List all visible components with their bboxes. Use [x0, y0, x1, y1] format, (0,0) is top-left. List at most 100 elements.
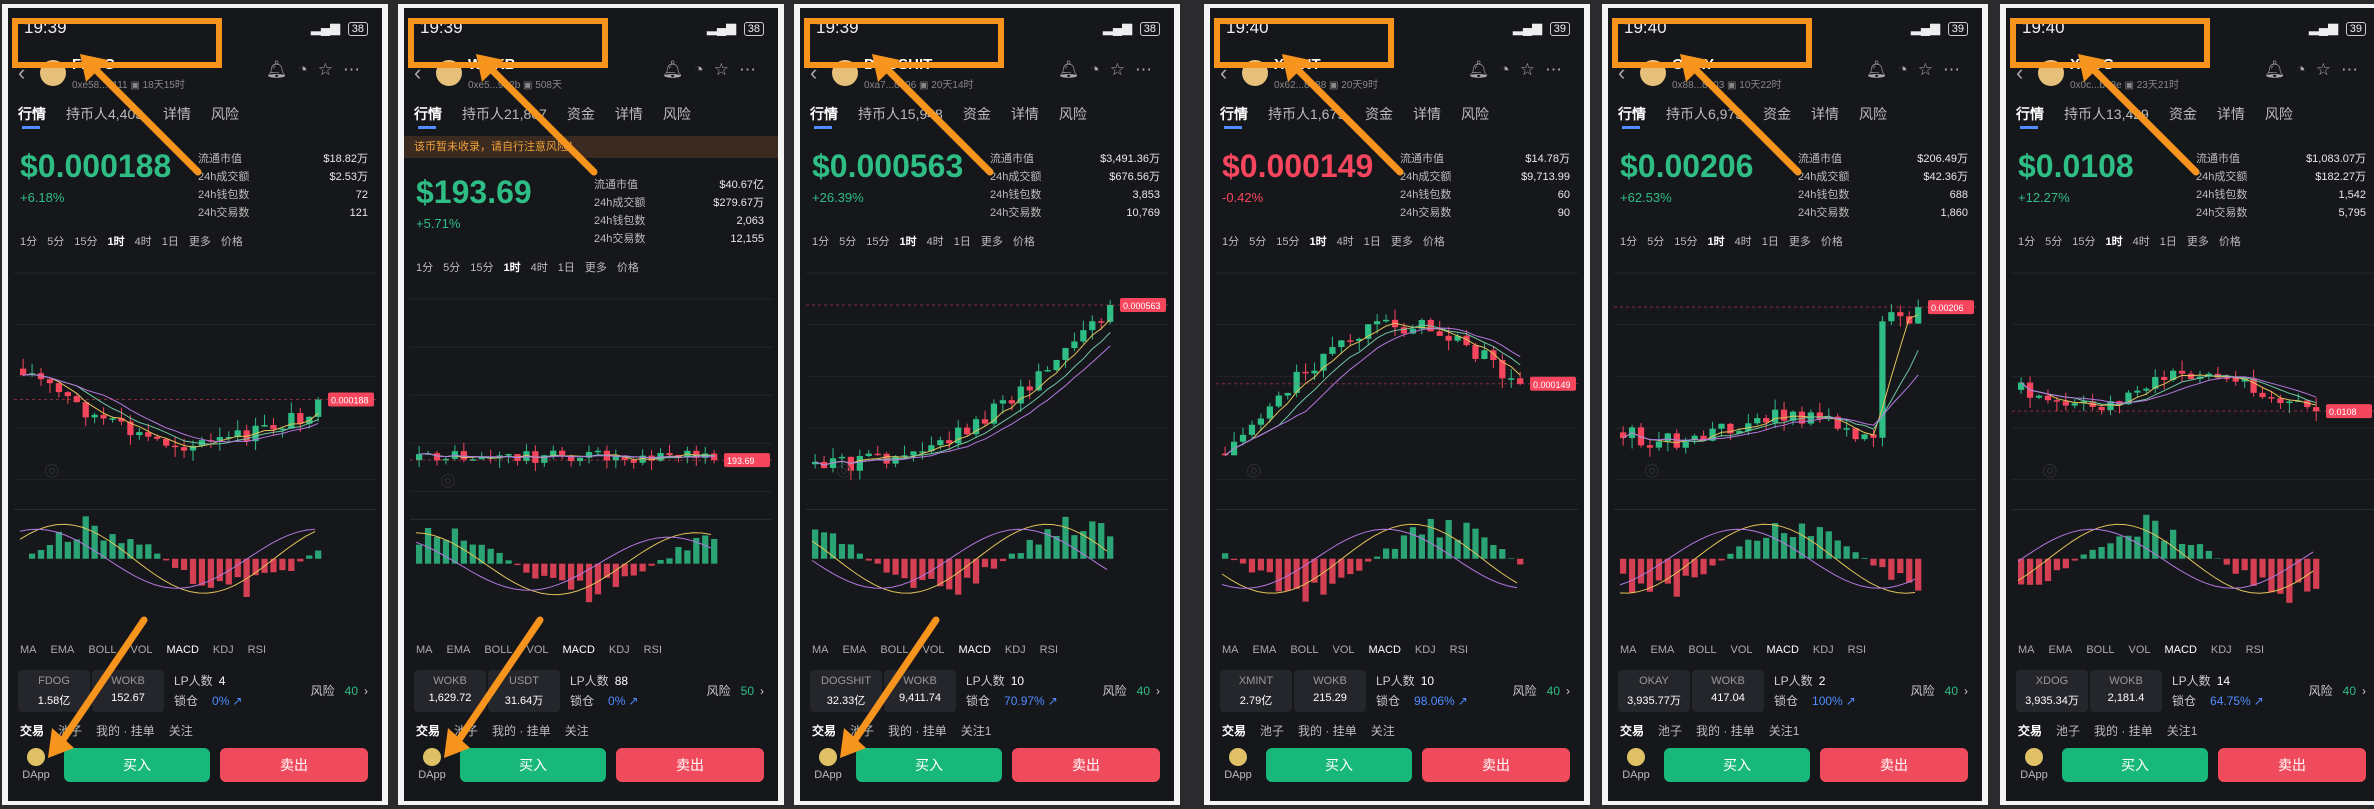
token-address[interactable]: 0xe5...9b2b ▣ 508天: [468, 76, 562, 91]
indicator-1[interactable]: EMA: [447, 644, 471, 656]
tab-2[interactable]: 资金: [963, 106, 991, 122]
timeframe-0[interactable]: 1分: [416, 262, 433, 274]
timeframe-5[interactable]: 1日: [954, 236, 971, 248]
timeframe-0[interactable]: 1分: [1620, 236, 1637, 248]
token-address[interactable]: 0xe58...1111 ▣ 18天15时: [72, 76, 185, 91]
bottom-tab-3[interactable]: 关注1: [1769, 724, 1800, 738]
gauge-icon[interactable]: ◔: [1499, 60, 1519, 79]
timeframe-1[interactable]: 5分: [1647, 236, 1664, 248]
timeframe-0[interactable]: 1分: [812, 236, 829, 248]
tab-4[interactable]: 风险: [663, 106, 691, 122]
dapp-button[interactable]: DApp: [1220, 748, 1256, 781]
timeframe-4[interactable]: 4时: [135, 236, 152, 248]
pair-quote-box[interactable]: WOKB 417.04: [1692, 670, 1764, 712]
indicator-3[interactable]: VOL: [922, 644, 944, 656]
timeframe-6[interactable]: 更多: [189, 236, 211, 248]
external-link-icon[interactable]: ↗: [2254, 694, 2264, 708]
bottom-tab-1[interactable]: 池子: [58, 724, 82, 738]
bottom-tab-0[interactable]: 交易: [416, 724, 440, 738]
tab-3[interactable]: 风险: [211, 106, 239, 122]
copy-icon[interactable]: ▣: [128, 80, 143, 91]
timeframe-1[interactable]: 5分: [839, 236, 856, 248]
sell-button[interactable]: 卖出: [616, 748, 764, 782]
tab-2[interactable]: 资金: [1365, 106, 1393, 122]
pair-quote-box[interactable]: WOKB 9,411.74: [884, 670, 956, 712]
indicator-0[interactable]: MA: [1620, 644, 1637, 656]
timeframe-0[interactable]: 1分: [20, 236, 37, 248]
timeframe-3[interactable]: 1时: [2106, 236, 2123, 248]
buy-button[interactable]: 买入: [460, 748, 606, 782]
sell-button[interactable]: 卖出: [1012, 748, 1160, 782]
indicator-4[interactable]: MACD: [1369, 644, 1401, 656]
indicator-1[interactable]: EMA: [51, 644, 75, 656]
tab-3[interactable]: 详情: [1811, 106, 1839, 122]
star-icon[interactable]: ☆: [1918, 60, 1943, 79]
sell-button[interactable]: 卖出: [1820, 748, 1968, 782]
timeframe-4[interactable]: 4时: [2133, 236, 2150, 248]
timeframe-2[interactable]: 15分: [1276, 236, 1299, 248]
indicator-0[interactable]: MA: [1222, 644, 1239, 656]
timeframe-1[interactable]: 5分: [2045, 236, 2062, 248]
star-icon[interactable]: ☆: [1110, 60, 1135, 79]
star-icon[interactable]: ☆: [318, 60, 343, 79]
dapp-button[interactable]: DApp: [18, 748, 54, 781]
pair-base-box[interactable]: WOKB 1,629.72: [414, 670, 486, 712]
tab-2[interactable]: 资金: [567, 106, 595, 122]
indicator-2[interactable]: BOLL: [1688, 644, 1716, 656]
lock-value[interactable]: 0%: [212, 694, 229, 708]
tab-2[interactable]: 资金: [2169, 106, 2197, 122]
timeframe-7[interactable]: 价格: [2219, 236, 2241, 248]
tab-1[interactable]: 持币人13,429: [2064, 106, 2149, 122]
bottom-tab-3[interactable]: 关注1: [961, 724, 992, 738]
bell-icon[interactable]: 🔔︎: [1058, 60, 1090, 79]
copy-icon[interactable]: ▣: [1724, 80, 1739, 91]
timeframe-3[interactable]: 1时: [1310, 236, 1327, 248]
tab-3[interactable]: 详情: [2217, 106, 2245, 122]
lock-value[interactable]: 100%: [1812, 694, 1843, 708]
bottom-tab-3[interactable]: 关注1: [2167, 724, 2198, 738]
bottom-tab-0[interactable]: 交易: [1620, 724, 1644, 738]
buy-button[interactable]: 买入: [2062, 748, 2208, 782]
indicator-3[interactable]: VOL: [130, 644, 152, 656]
tab-3[interactable]: 详情: [615, 106, 643, 122]
tab-1[interactable]: 持币人15,948: [858, 106, 943, 122]
pair-quote-box[interactable]: WOKB 152.67: [92, 670, 164, 712]
candlestick-chart[interactable]: 0.000188 ◎: [14, 263, 376, 638]
risk-info[interactable]: 风险 40 ›: [1103, 682, 1160, 699]
candlestick-chart[interactable]: 0.000149 ◎: [1216, 263, 1578, 638]
indicator-2[interactable]: BOLL: [88, 644, 116, 656]
timeframe-1[interactable]: 5分: [443, 262, 460, 274]
external-link-icon[interactable]: ↗: [1846, 694, 1856, 708]
more-icon[interactable]: ⋯: [343, 60, 370, 79]
indicator-1[interactable]: EMA: [843, 644, 867, 656]
lock-value[interactable]: 70.97%: [1004, 694, 1045, 708]
tab-1[interactable]: 持币人1,679: [1268, 106, 1345, 122]
tab-4[interactable]: 风险: [2265, 106, 2293, 122]
indicator-4[interactable]: MACD: [1767, 644, 1799, 656]
timeframe-3[interactable]: 1时: [504, 262, 521, 274]
bottom-tab-3[interactable]: 关注: [1371, 724, 1395, 738]
bottom-tab-1[interactable]: 池子: [454, 724, 478, 738]
tab-0[interactable]: 行情: [810, 106, 838, 122]
copy-icon[interactable]: ▣: [1326, 80, 1341, 91]
token-address[interactable]: 0x62...8888 ▣ 20天9时: [1274, 76, 1378, 91]
timeframe-4[interactable]: 4时: [927, 236, 944, 248]
more-icon[interactable]: ⋯: [1545, 60, 1572, 79]
gauge-icon[interactable]: ◔: [1897, 60, 1917, 79]
star-icon[interactable]: ☆: [2316, 60, 2341, 79]
bottom-tab-2[interactable]: 我的 · 挂单: [1298, 724, 1357, 738]
timeframe-5[interactable]: 1日: [1762, 236, 1779, 248]
star-icon[interactable]: ☆: [714, 60, 739, 79]
tab-0[interactable]: 行情: [414, 106, 442, 122]
bottom-tab-3[interactable]: 关注: [169, 724, 193, 738]
external-link-icon[interactable]: ↗: [628, 694, 638, 708]
indicator-2[interactable]: BOLL: [2086, 644, 2114, 656]
indicator-5[interactable]: KDJ: [609, 644, 630, 656]
bottom-tab-0[interactable]: 交易: [1222, 724, 1246, 738]
tab-2[interactable]: 资金: [1763, 106, 1791, 122]
timeframe-4[interactable]: 4时: [1337, 236, 1354, 248]
timeframe-2[interactable]: 15分: [866, 236, 889, 248]
timeframe-7[interactable]: 价格: [1013, 236, 1035, 248]
bottom-tab-2[interactable]: 我的 · 挂单: [492, 724, 551, 738]
tab-0[interactable]: 行情: [1618, 106, 1646, 122]
